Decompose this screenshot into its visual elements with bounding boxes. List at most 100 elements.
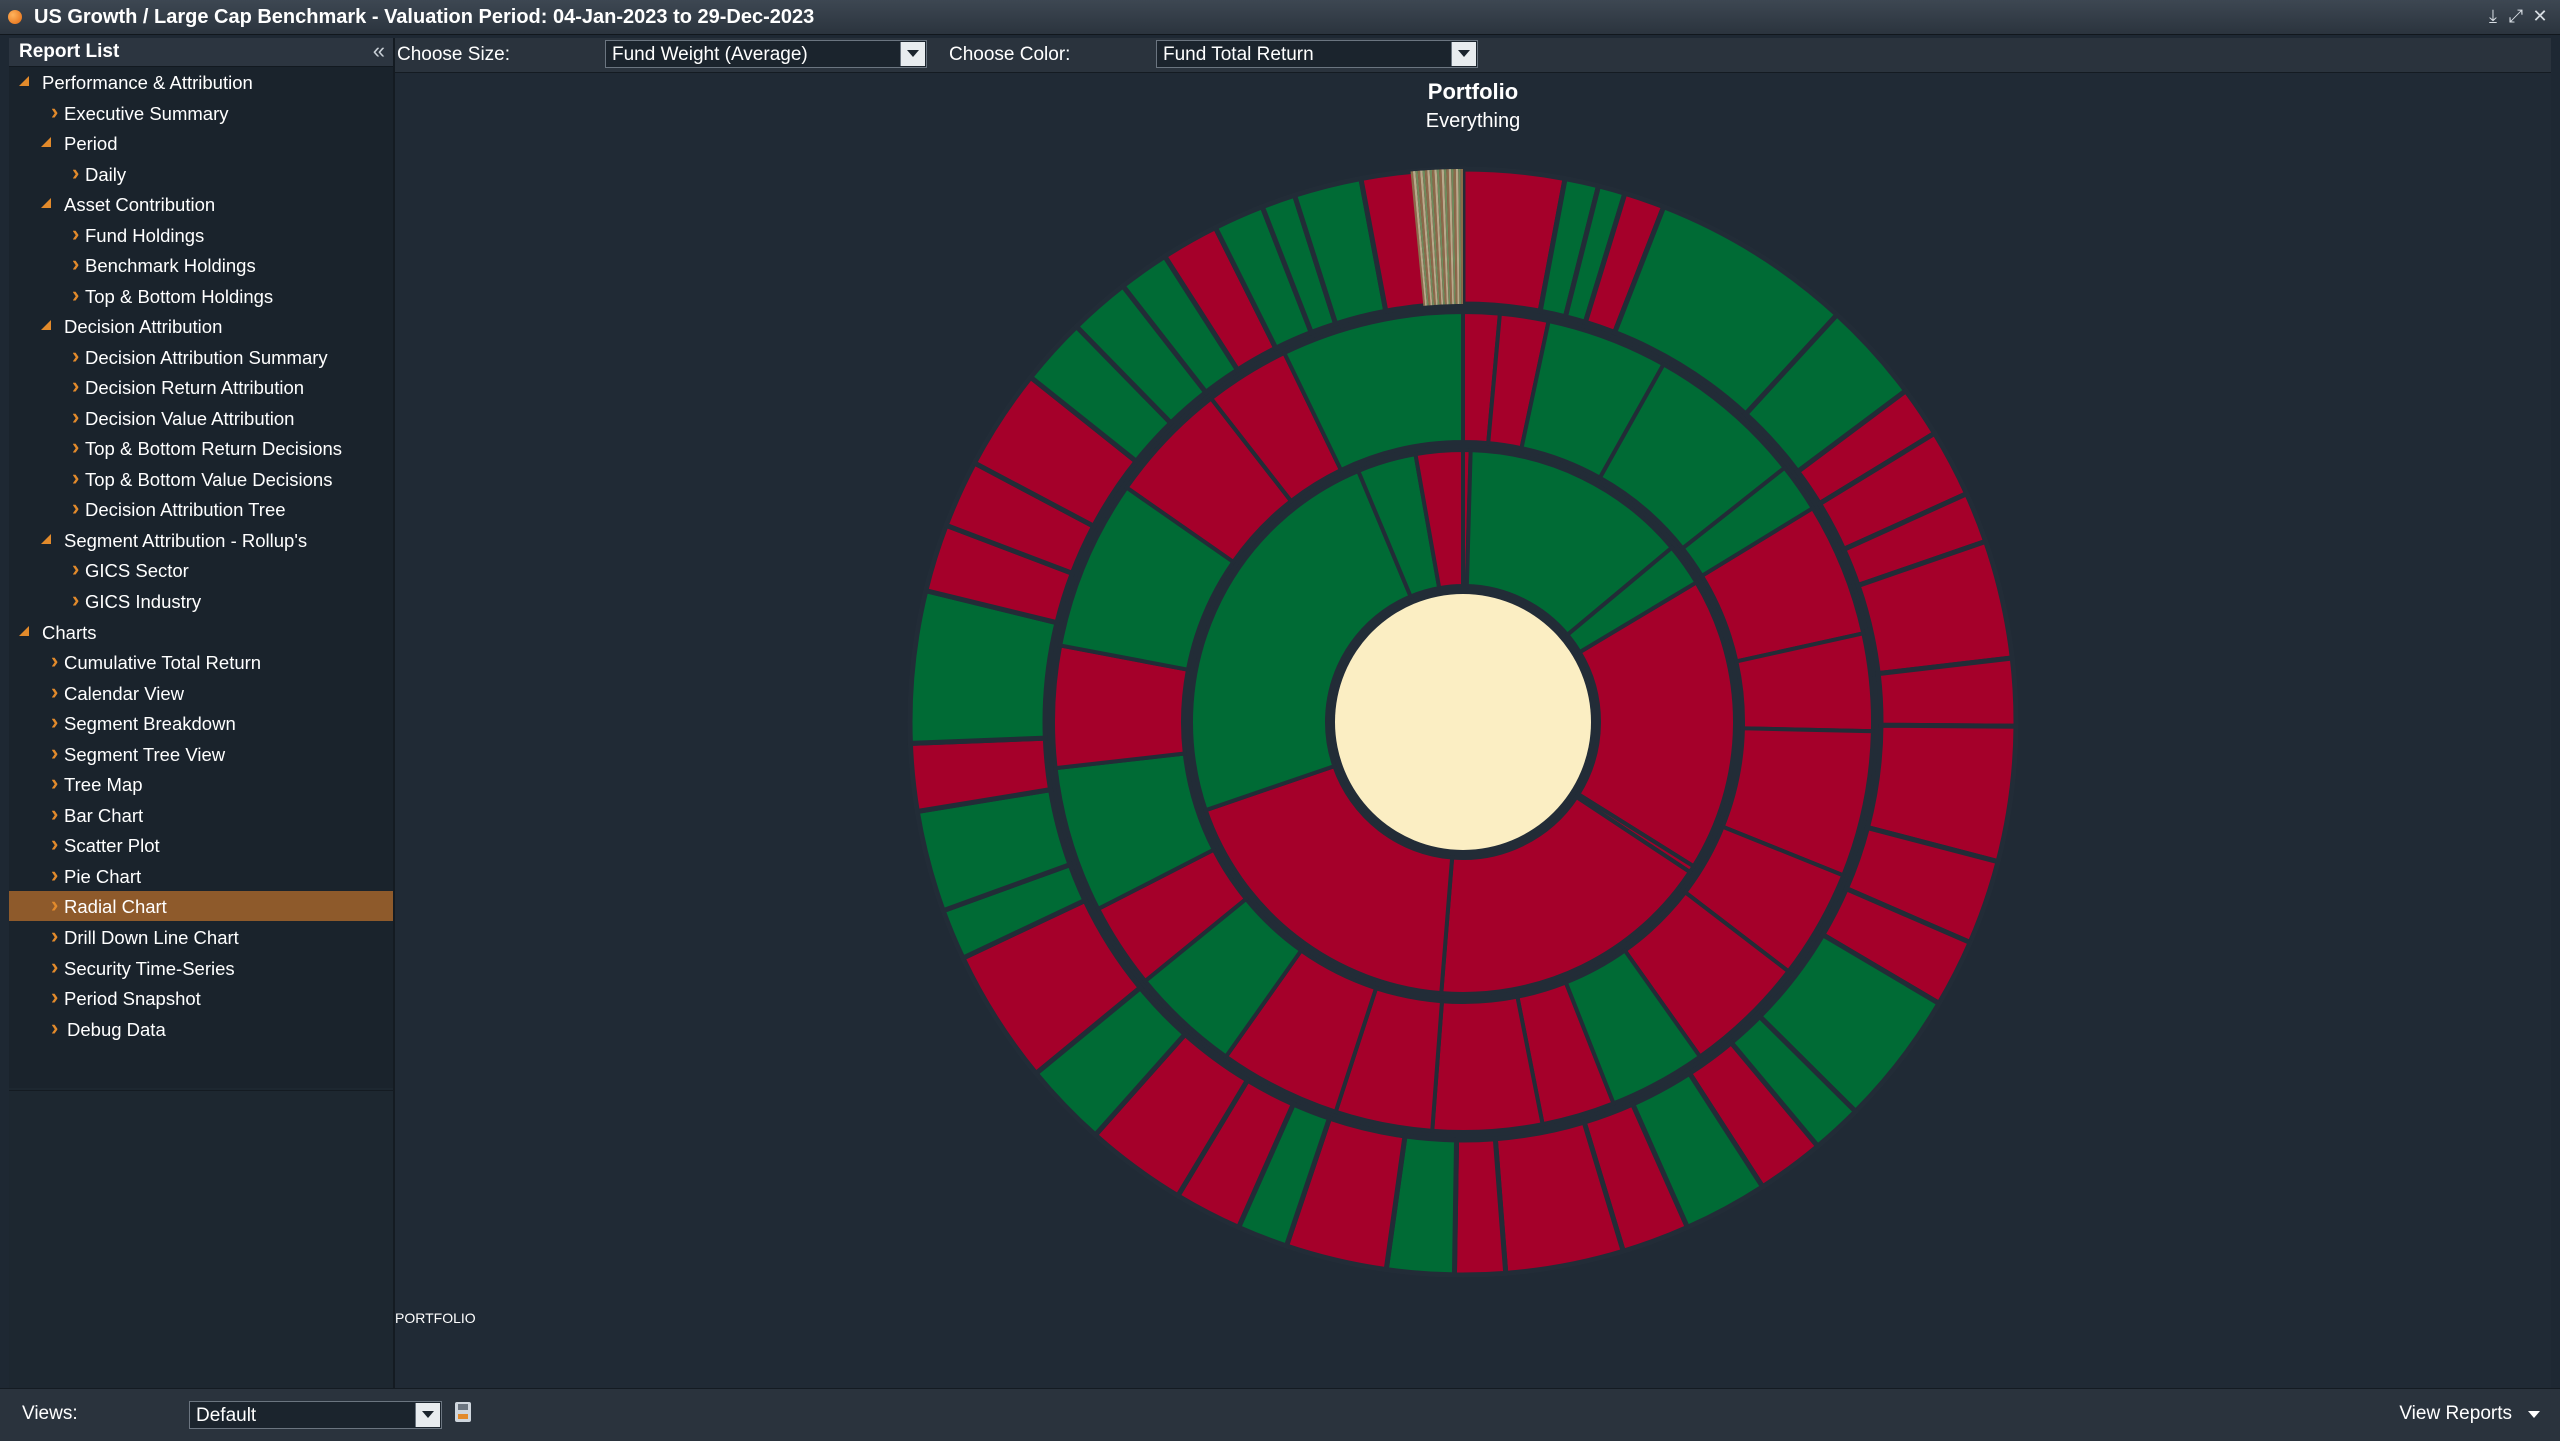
expanded-triangle-icon[interactable] bbox=[41, 534, 51, 544]
report-item-segment-breakdown[interactable]: › Segment Breakdown bbox=[9, 708, 393, 738]
chevron-right-icon[interactable]: › bbox=[72, 282, 79, 308]
report-item-label: Charts bbox=[42, 622, 97, 643]
choose-size-value: Fund Weight (Average) bbox=[612, 44, 808, 65]
chevron-right-icon[interactable]: › bbox=[51, 892, 58, 918]
report-item-label: Bar Chart bbox=[64, 805, 144, 826]
report-item-period-snapshot[interactable]: › Period Snapshot bbox=[9, 983, 393, 1013]
report-item-segment-attribution-rollup-s[interactable]: Segment Attribution - Rollup's bbox=[9, 525, 393, 555]
chevron-down-icon[interactable] bbox=[900, 42, 925, 66]
chevron-right-icon[interactable]: › bbox=[51, 99, 58, 125]
report-item-label: Executive Summary bbox=[64, 103, 229, 124]
expanded-triangle-icon[interactable] bbox=[41, 198, 51, 208]
chevron-right-icon[interactable]: › bbox=[51, 801, 58, 827]
report-item-gics-industry[interactable]: › GICS Industry bbox=[9, 586, 393, 616]
choose-size-select[interactable]: Fund Weight (Average) bbox=[605, 40, 927, 68]
chevron-right-icon[interactable]: › bbox=[51, 923, 58, 949]
chevron-right-icon[interactable]: › bbox=[51, 648, 58, 674]
report-item-pie-chart[interactable]: › Pie Chart bbox=[9, 861, 393, 891]
report-item-tree-map[interactable]: › Tree Map bbox=[9, 769, 393, 799]
report-item-decision-attribution-tree[interactable]: › Decision Attribution Tree bbox=[9, 494, 393, 524]
chevron-right-icon[interactable]: › bbox=[72, 587, 79, 613]
sunburst-segment[interactable] bbox=[1451, 1136, 1509, 1278]
chevron-right-icon[interactable]: › bbox=[51, 831, 58, 857]
report-item-fund-holdings[interactable]: › Fund Holdings bbox=[9, 220, 393, 250]
views-select[interactable]: Default bbox=[189, 1401, 442, 1429]
report-item-label: Segment Tree View bbox=[64, 744, 226, 765]
report-item-segment-tree-view[interactable]: › Segment Tree View bbox=[9, 739, 393, 769]
save-view-icon[interactable] bbox=[455, 1402, 471, 1422]
chevron-right-icon[interactable]: › bbox=[72, 434, 79, 460]
radial-chart[interactable] bbox=[395, 73, 2551, 1388]
choose-color-select[interactable]: Fund Total Return bbox=[1156, 40, 1478, 68]
chevron-right-icon[interactable]: › bbox=[51, 862, 58, 888]
report-list-panel: Report List « Performance & Attribution ›… bbox=[9, 38, 395, 1388]
report-item-decision-value-attribution[interactable]: › Decision Value Attribution bbox=[9, 403, 393, 433]
report-item-label: Period bbox=[64, 133, 118, 154]
expanded-triangle-icon[interactable] bbox=[19, 626, 29, 636]
chart-breadcrumb[interactable]: PORTFOLIO bbox=[395, 1310, 476, 1326]
chevron-right-icon[interactable]: › bbox=[72, 465, 79, 491]
views-label: Views: bbox=[22, 1403, 78, 1424]
report-item-daily[interactable]: › Daily bbox=[9, 159, 393, 189]
report-item-label: Benchmark Holdings bbox=[85, 255, 256, 276]
chevron-right-icon[interactable]: › bbox=[51, 679, 58, 705]
expanded-triangle-icon[interactable] bbox=[41, 137, 51, 147]
report-item-calendar-view[interactable]: › Calendar View bbox=[9, 678, 393, 708]
chevron-right-icon[interactable]: › bbox=[51, 954, 58, 980]
chevron-down-icon[interactable] bbox=[415, 1403, 440, 1427]
report-item-charts[interactable]: Charts bbox=[9, 617, 393, 647]
chevron-right-icon[interactable]: › bbox=[51, 770, 58, 796]
chevron-right-icon[interactable]: › bbox=[51, 740, 58, 766]
chart-control-bar: Choose Size: Fund Weight (Average) Choos… bbox=[395, 38, 2551, 73]
pin-icon[interactable]: ⤓ bbox=[2482, 3, 2504, 29]
report-item-performance-attribution[interactable]: Performance & Attribution bbox=[9, 67, 393, 97]
report-item-label: Segment Attribution - Rollup's bbox=[64, 530, 308, 551]
report-item-label: Decision Return Attribution bbox=[85, 377, 305, 398]
expanded-triangle-icon[interactable] bbox=[19, 76, 29, 86]
report-item-radial-chart[interactable]: › Radial Chart bbox=[9, 891, 393, 921]
report-item-top-bottom-holdings[interactable]: › Top & Bottom Holdings bbox=[9, 281, 393, 311]
report-item-security-time-series[interactable]: › Security Time-Series bbox=[9, 953, 393, 983]
report-item-label: Top & Bottom Holdings bbox=[85, 286, 274, 307]
chevron-right-icon[interactable]: › bbox=[72, 221, 79, 247]
chevron-right-icon[interactable]: › bbox=[51, 984, 58, 1010]
chevron-right-icon[interactable]: › bbox=[72, 160, 79, 186]
close-icon[interactable]: ✕ bbox=[2529, 3, 2551, 29]
chevron-right-icon[interactable]: › bbox=[72, 495, 79, 521]
collapse-panel-icon[interactable]: « bbox=[373, 38, 385, 64]
report-item-label: Cumulative Total Return bbox=[64, 652, 262, 673]
report-item-period[interactable]: Period bbox=[9, 128, 393, 158]
chevron-right-icon[interactable]: › bbox=[72, 343, 79, 369]
chevron-right-icon[interactable]: › bbox=[51, 1015, 58, 1041]
report-item-executive-summary[interactable]: › Executive Summary bbox=[9, 98, 393, 128]
chevron-right-icon[interactable]: › bbox=[51, 709, 58, 735]
report-item-label: Calendar View bbox=[64, 683, 184, 704]
report-item-debug-data[interactable]: › Debug Data bbox=[9, 1014, 393, 1044]
chevron-right-icon[interactable]: › bbox=[72, 373, 79, 399]
chevron-right-icon[interactable]: › bbox=[72, 556, 79, 582]
report-item-decision-return-attribution[interactable]: › Decision Return Attribution bbox=[9, 372, 393, 402]
report-item-scatter-plot[interactable]: › Scatter Plot bbox=[9, 830, 393, 860]
report-item-top-bottom-value-decisions[interactable]: › Top & Bottom Value Decisions bbox=[9, 464, 393, 494]
report-item-label: Tree Map bbox=[64, 774, 143, 795]
report-item-decision-attribution[interactable]: Decision Attribution bbox=[9, 311, 393, 341]
report-item-cumulative-total-return[interactable]: › Cumulative Total Return bbox=[9, 647, 393, 677]
view-reports-menu[interactable]: View Reports bbox=[2399, 1403, 2512, 1425]
report-item-gics-sector[interactable]: › GICS Sector bbox=[9, 555, 393, 585]
report-item-label: Pie Chart bbox=[64, 866, 142, 887]
chevron-down-icon[interactable] bbox=[1451, 42, 1476, 66]
report-item-bar-chart[interactable]: › Bar Chart bbox=[9, 800, 393, 830]
report-item-label: Top & Bottom Return Decisions bbox=[85, 438, 343, 459]
restore-icon[interactable]: ⤢ bbox=[2505, 3, 2527, 29]
report-item-top-bottom-return-decisions[interactable]: › Top & Bottom Return Decisions bbox=[9, 433, 393, 463]
chevron-right-icon[interactable]: › bbox=[72, 404, 79, 430]
sunburst-center[interactable] bbox=[1335, 594, 1591, 850]
chevron-down-icon[interactable] bbox=[2528, 1411, 2540, 1418]
report-item-benchmark-holdings[interactable]: › Benchmark Holdings bbox=[9, 250, 393, 280]
report-item-asset-contribution[interactable]: Asset Contribution bbox=[9, 189, 393, 219]
expanded-triangle-icon[interactable] bbox=[41, 320, 51, 330]
window-title: US Growth / Large Cap Benchmark - Valuat… bbox=[34, 6, 815, 28]
report-item-drill-down-line-chart[interactable]: › Drill Down Line Chart bbox=[9, 922, 393, 952]
chevron-right-icon[interactable]: › bbox=[72, 251, 79, 277]
report-item-decision-attribution-summary[interactable]: › Decision Attribution Summary bbox=[9, 342, 393, 372]
